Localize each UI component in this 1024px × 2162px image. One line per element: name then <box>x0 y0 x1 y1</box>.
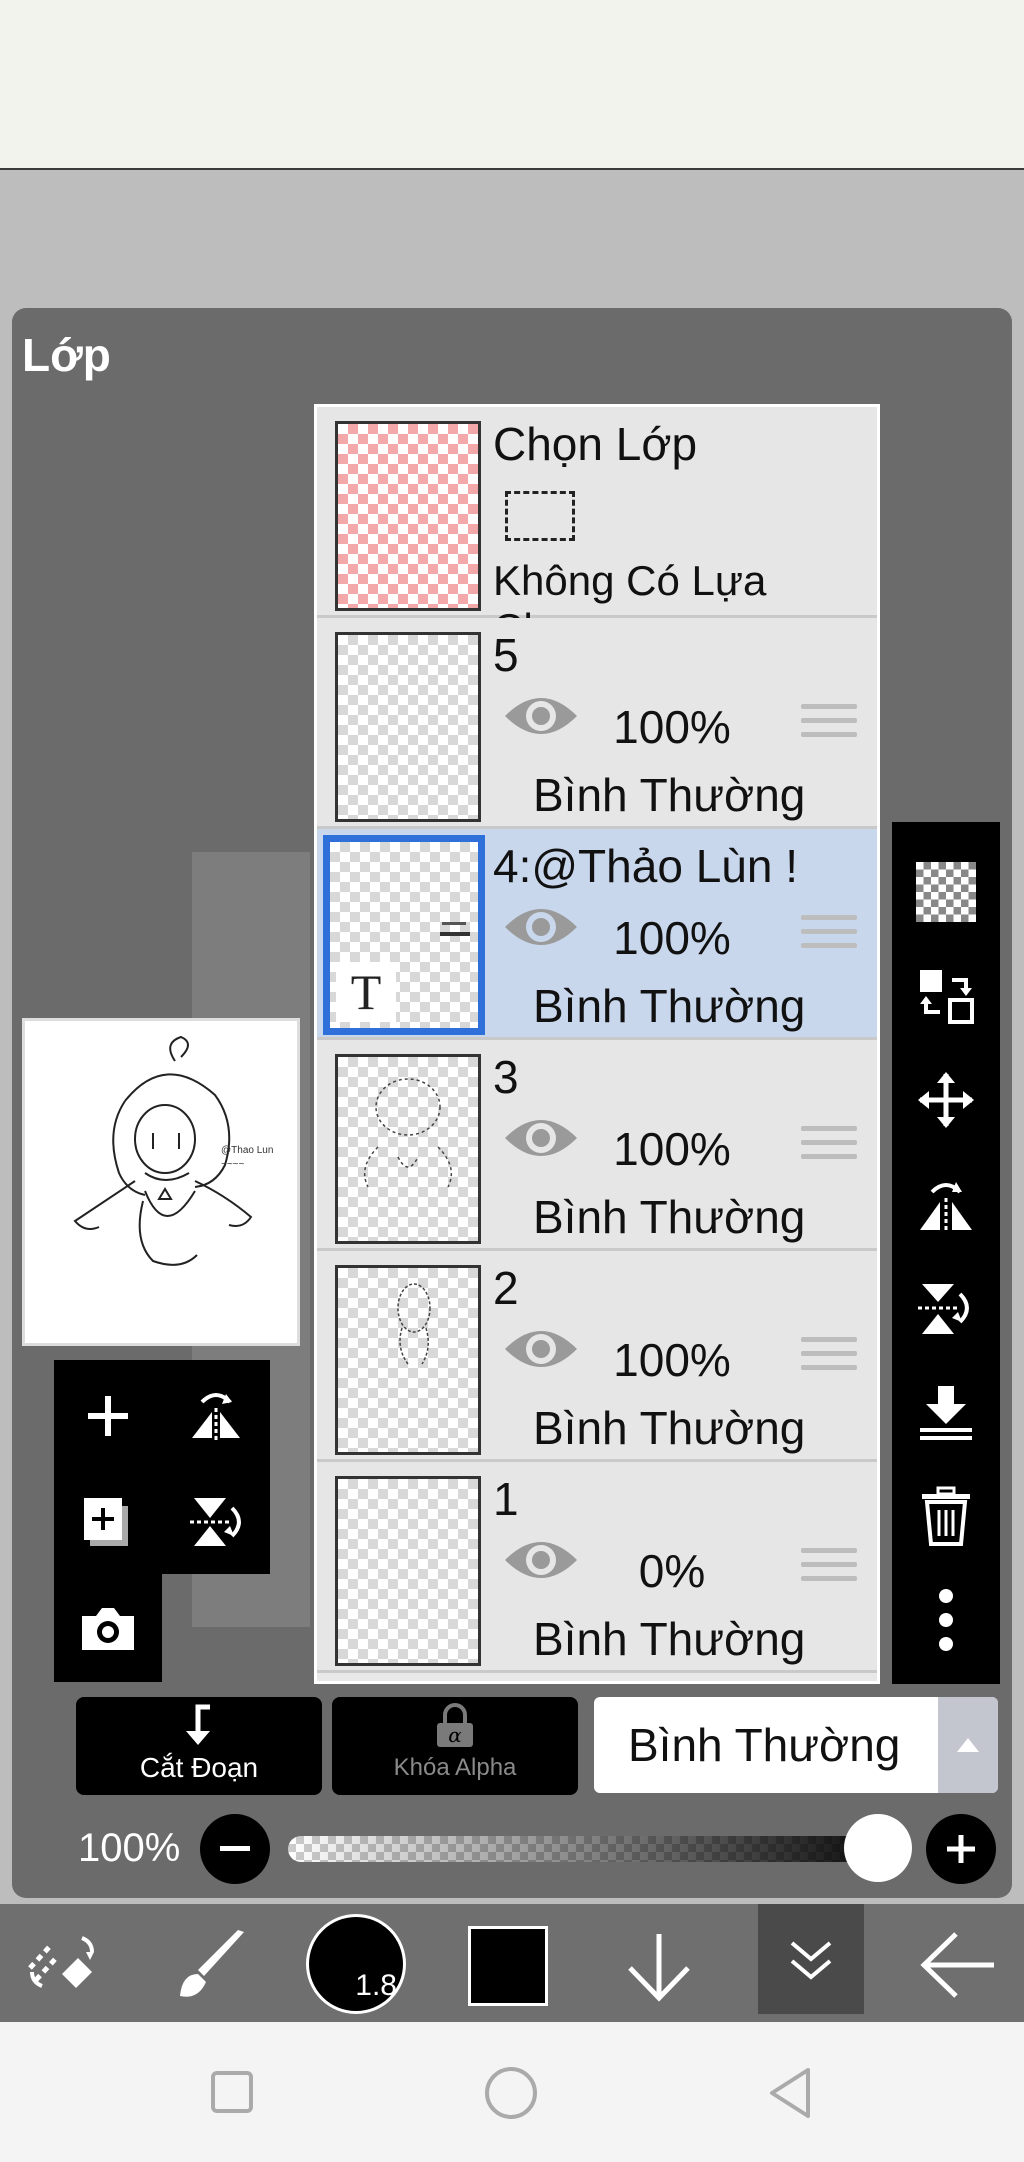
svg-text:~~~~: ~~~~ <box>221 1159 245 1170</box>
transparency-icon[interactable] <box>892 842 1000 942</box>
panel-title: Lớp <box>22 329 111 381</box>
drag-handle-icon[interactable] <box>801 915 857 957</box>
flip-vertical-icon[interactable] <box>166 1472 266 1572</box>
layer-name: 5 <box>493 629 519 681</box>
layer-preview[interactable]: @Thao Lun ~~~~ <box>22 1018 300 1346</box>
merge-down-icon[interactable] <box>892 1362 1000 1462</box>
visibility-eye-icon[interactable] <box>503 1112 579 1169</box>
circle-icon[interactable] <box>484 2066 538 2125</box>
layer-row-3[interactable]: 3 100% Bình Thường <box>317 1040 877 1251</box>
bottom-toolbar: 1.8 <box>0 1904 1024 2022</box>
square-icon[interactable] <box>210 2070 254 2119</box>
left-tools-camera <box>54 1574 162 1682</box>
clip-label: Cắt Đoạn <box>139 1752 259 1783</box>
lock-icon: α <box>437 1703 473 1747</box>
layer-thumbnail <box>335 632 481 822</box>
visibility-eye-icon[interactable] <box>503 901 579 958</box>
color-swatch <box>471 1929 545 2003</box>
camera-icon[interactable] <box>58 1578 158 1678</box>
layer-blend-mode: Bình Thường <box>533 769 806 821</box>
layer-blend-mode: Bình Thường <box>533 1191 806 1243</box>
clip-icon <box>186 1704 210 1745</box>
layer-row-1[interactable]: 1 0% Bình Thường <box>317 1462 877 1673</box>
drag-handle-icon[interactable] <box>801 1337 857 1379</box>
sketch-icon: @Thao Lun ~~~~ <box>73 1035 273 1266</box>
selection-dashed-icon <box>505 491 575 541</box>
selection-thumbnail <box>335 421 481 611</box>
move-icon[interactable] <box>892 1050 1000 1150</box>
drag-handle-icon[interactable] <box>801 1548 857 1590</box>
layer-opacity: 100% <box>613 1123 731 1175</box>
layer-row-2[interactable]: 2 100% Bình Thường <box>317 1251 877 1462</box>
layer-opacity: 100% <box>613 912 731 964</box>
layer-thumbnail <box>335 1265 481 1455</box>
system-nav-bar <box>0 2022 1024 2162</box>
visibility-eye-icon[interactable] <box>503 1323 579 1380</box>
layer-opacity: 100% <box>613 1334 731 1386</box>
alpha-lock-button[interactable]: α Khóa Alpha <box>332 1697 578 1795</box>
layer-name: 2 <box>493 1262 519 1314</box>
layer-row-4[interactable]: T 4:@Thảo Lùn ! 100% Bình Thường <box>317 829 877 1040</box>
svg-text:α: α <box>448 1723 462 1747</box>
layer-row-5[interactable]: 5 100% Bình Thường <box>317 618 877 829</box>
top-canvas-bar <box>0 0 1024 170</box>
color-icon[interactable] <box>468 1926 548 2006</box>
brush-size-icon[interactable]: 1.8 <box>306 1914 406 2014</box>
layer-name: 4:@Thảo Lùn ! <box>493 840 798 892</box>
alpha-lock-label: Khóa Alpha <box>393 1754 517 1781</box>
layer-blend-mode: Bình Thường <box>533 1613 806 1665</box>
visibility-eye-icon[interactable] <box>503 1534 579 1591</box>
opacity-slider-knob[interactable] <box>844 1814 912 1882</box>
collapse-icon[interactable] <box>758 1904 864 2014</box>
left-tools <box>54 1360 270 1574</box>
layer-blend-mode: Bình Thường <box>533 980 806 1032</box>
down-arrow-icon[interactable] <box>624 1930 694 2007</box>
drag-handle-icon[interactable] <box>801 704 857 746</box>
swap-layers-icon[interactable] <box>892 946 1000 1046</box>
selection-layer-row[interactable]: Chọn Lớp Không Có Lựa Chọn <box>317 407 877 652</box>
opacity-slider[interactable] <box>288 1836 910 1862</box>
more-icon[interactable] <box>892 1570 1000 1670</box>
layer-thumbnail <box>335 1476 481 1666</box>
add-layer-icon[interactable] <box>58 1366 158 1466</box>
layer-name: 1 <box>493 1473 519 1525</box>
layer-thumbnail <box>335 1054 481 1244</box>
layer-blend-mode: Bình Thường <box>533 1402 806 1454</box>
blend-mode-select[interactable]: Bình Thường <box>594 1697 998 1793</box>
blend-mode-value: Bình Thường <box>628 1719 901 1771</box>
text-layer-badge: T <box>336 962 396 1022</box>
chevron-up-icon[interactable] <box>938 1697 998 1793</box>
clip-button[interactable]: Cắt Đoạn <box>76 1697 322 1795</box>
selection-layer-name: Chọn Lớp <box>493 418 698 470</box>
flip-horizontal-icon[interactable] <box>892 1154 1000 1254</box>
opacity-label: 100% <box>78 1826 181 1870</box>
drag-handle-icon[interactable] <box>801 1126 857 1168</box>
back-arrow-icon[interactable] <box>918 1930 998 2005</box>
trash-icon[interactable] <box>892 1466 1000 1566</box>
visibility-eye-icon[interactable] <box>503 690 579 747</box>
flip-vertical-icon[interactable] <box>892 1258 1000 1358</box>
minus-icon[interactable] <box>200 1814 270 1884</box>
add-copy-layer-icon[interactable] <box>58 1472 158 1572</box>
brush-icon[interactable] <box>170 1926 250 2011</box>
flip-horizontal-icon[interactable] <box>166 1366 266 1466</box>
plus-icon[interactable] <box>926 1814 996 1884</box>
triangle-back-icon[interactable] <box>766 2066 814 2125</box>
svg-text:@Thao Lun: @Thao Lun <box>221 1145 273 1156</box>
layer-name: 3 <box>493 1051 519 1103</box>
layer-thumbnail: T <box>323 835 485 1035</box>
brush-size-value: 1.8 <box>355 1969 397 2002</box>
transform-icon[interactable] <box>22 1928 102 2009</box>
opacity-slider-fill <box>288 1836 910 1862</box>
right-tools <box>892 822 1000 1684</box>
layer-opacity: 100% <box>613 701 731 753</box>
layer-list[interactable]: Chọn Lớp Không Có Lựa Chọn 5 100% Bình T… <box>314 404 880 1684</box>
layer-opacity: 0% <box>638 1545 706 1597</box>
